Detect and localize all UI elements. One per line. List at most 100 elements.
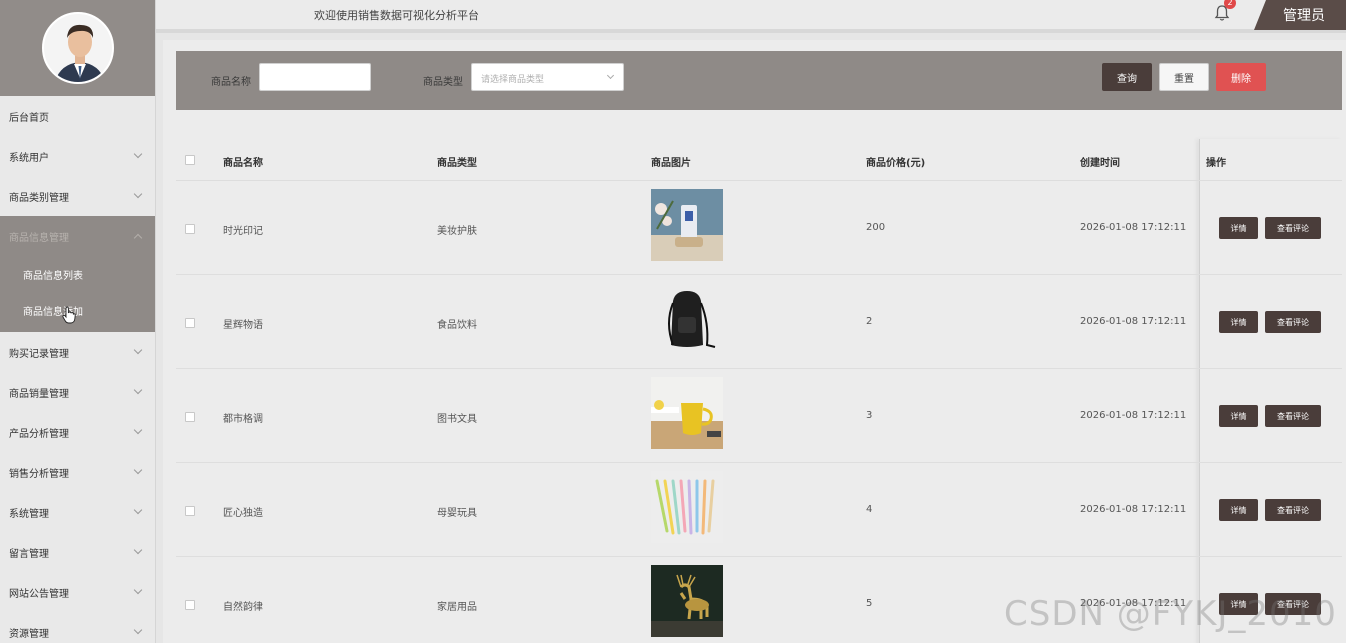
welcome-text: 欢迎使用销售数据可视化分析平台 [314, 9, 479, 22]
chevron-down-icon [133, 345, 143, 355]
menu-item-category[interactable]: 商品类别管理 [0, 176, 155, 216]
menu-item-label: 产品分析管理 [9, 428, 69, 440]
product-image [651, 565, 723, 637]
chevron-down-icon [133, 545, 143, 555]
product-name: 时光印记 [223, 226, 263, 237]
search-bar: 商品名称 商品类型 请选择商品类型 查询 重置 删除 [176, 51, 1342, 110]
product-name: 匠心独造 [223, 508, 263, 519]
chevron-down-icon [133, 625, 143, 635]
table-header: 商品名称 商品类型 商品图片 商品价格(元) 创建时间 操作 [176, 139, 1342, 181]
created-time: 2026-01-08 17:12:11 [1080, 504, 1187, 515]
row-checkbox[interactable] [185, 224, 195, 234]
menu-item-purchase[interactable]: 购买记录管理 [0, 332, 155, 372]
table-row: 时光印记 美妆护肤 200 2026-01-08 17:12:11 详情 查看评… [176, 181, 1342, 275]
menu-item-messages[interactable]: 留言管理 [0, 532, 155, 572]
header-created: 创建时间 [1080, 158, 1120, 169]
notification-badge: 2 [1224, 0, 1236, 9]
avatar-panel [0, 0, 155, 96]
detail-button[interactable]: 详情 [1219, 405, 1258, 427]
submenu-product-info: 商品信息列表 商品信息添加 [0, 256, 155, 332]
menu-item-label: 销售分析管理 [9, 468, 69, 480]
view-comments-button[interactable]: 查看评论 [1265, 499, 1321, 521]
menu-item-product-analysis[interactable]: 产品分析管理 [0, 412, 155, 452]
table-row: 都市格调 图书文具 3 2026-01-08 17:12:11 详情 查看评论 [176, 369, 1342, 463]
detail-button[interactable]: 详情 [1219, 217, 1258, 239]
chevron-down-icon [133, 585, 143, 595]
menu-item-label: 系统用户 [9, 152, 49, 164]
product-name: 都市格调 [223, 414, 263, 425]
menu-item-announcements[interactable]: 网站公告管理 [0, 572, 155, 612]
reset-button[interactable]: 重置 [1159, 63, 1209, 91]
view-comments-button[interactable]: 查看评论 [1265, 405, 1321, 427]
menu-item-product-info[interactable]: 商品信息管理 [0, 216, 155, 256]
watermark-text: CSDN @FYKJ_2010 [1004, 594, 1337, 634]
row-checkbox[interactable] [185, 412, 195, 422]
chevron-down-icon [133, 189, 143, 199]
menu-item-label: 商品类别管理 [9, 192, 69, 204]
query-button[interactable]: 查询 [1102, 63, 1152, 91]
admin-menu[interactable]: 管理员 [1254, 0, 1346, 30]
row-checkbox[interactable] [185, 318, 195, 328]
sidebar: 后台首页 系统用户 商品类别管理 商品信息管理 商品信息列表 商品信息添加 购买… [0, 0, 156, 643]
avatar[interactable] [41, 12, 114, 84]
product-name-input[interactable] [259, 63, 371, 91]
product-image [651, 471, 723, 543]
product-price: 200 [866, 222, 886, 233]
menu-item-system[interactable]: 系统管理 [0, 492, 155, 532]
header-image: 商品图片 [651, 158, 691, 169]
product-price: 2 [866, 316, 873, 327]
table-row: 星辉物语 食品饮料 2 2026-01-08 17:12:11 详情 查看评论 [176, 275, 1342, 369]
top-bar: 欢迎使用销售数据可视化分析平台 2 管理员 [156, 0, 1346, 33]
product-type-label: 商品类型 [423, 77, 463, 88]
submenu-item-product-list[interactable]: 商品信息列表 [0, 256, 155, 292]
detail-button[interactable]: 详情 [1219, 499, 1258, 521]
menu-item-label: 系统管理 [9, 508, 49, 520]
menu-item-label: 网站公告管理 [9, 588, 69, 600]
product-type: 美妆护肤 [437, 226, 477, 237]
row-checkbox[interactable] [185, 600, 195, 610]
header-operation: 操作 [1206, 158, 1226, 169]
select-all-checkbox[interactable] [185, 155, 195, 165]
menu-item-label: 后台首页 [9, 112, 49, 124]
table-row: 匠心独造 母婴玩具 4 2026-01-08 17:12:11 详情 查看评论 [176, 463, 1342, 557]
hand-cursor-icon [62, 306, 76, 324]
admin-label: 管理员 [1283, 8, 1325, 24]
menu-item-resources[interactable]: 资源管理 [0, 612, 155, 643]
submenu-item-product-add[interactable]: 商品信息添加 [0, 292, 155, 328]
menu-item-home[interactable]: 后台首页 [0, 96, 155, 136]
chevron-down-icon [133, 505, 143, 515]
chevron-down-icon [606, 71, 615, 80]
header-type: 商品类型 [437, 158, 477, 169]
created-time: 2026-01-08 17:12:11 [1080, 222, 1187, 233]
product-type-select[interactable]: 请选择商品类型 [471, 63, 624, 91]
product-type: 家居用品 [437, 602, 477, 613]
header-price: 商品价格(元) [866, 158, 926, 169]
menu-item-sales-volume[interactable]: 商品销量管理 [0, 372, 155, 412]
product-type: 母婴玩具 [437, 508, 477, 519]
product-type: 图书文具 [437, 414, 477, 425]
chevron-down-icon [133, 425, 143, 435]
view-comments-button[interactable]: 查看评论 [1265, 217, 1321, 239]
menu-item-label: 资源管理 [9, 628, 49, 640]
product-price: 5 [866, 598, 873, 609]
chevron-down-icon [133, 149, 143, 159]
header-name: 商品名称 [223, 158, 263, 169]
menu-item-label: 商品信息管理 [9, 232, 69, 244]
view-comments-button[interactable]: 查看评论 [1265, 311, 1321, 333]
chevron-down-icon [133, 465, 143, 475]
product-image [651, 377, 723, 449]
delete-button[interactable]: 删除 [1216, 63, 1266, 91]
product-name-label: 商品名称 [211, 77, 251, 88]
detail-button[interactable]: 详情 [1219, 311, 1258, 333]
product-image [651, 189, 723, 261]
product-name: 星辉物语 [223, 320, 263, 331]
menu-item-sales-analysis[interactable]: 销售分析管理 [0, 452, 155, 492]
menu-item-label: 购买记录管理 [9, 348, 69, 360]
menu-item-label: 留言管理 [9, 548, 49, 560]
menu-item-system-users[interactable]: 系统用户 [0, 136, 155, 176]
product-price: 3 [866, 410, 873, 421]
menu-item-label: 商品销量管理 [9, 388, 69, 400]
product-name: 自然韵律 [223, 602, 263, 613]
row-checkbox[interactable] [185, 506, 195, 516]
product-type-placeholder: 请选择商品类型 [481, 75, 545, 85]
